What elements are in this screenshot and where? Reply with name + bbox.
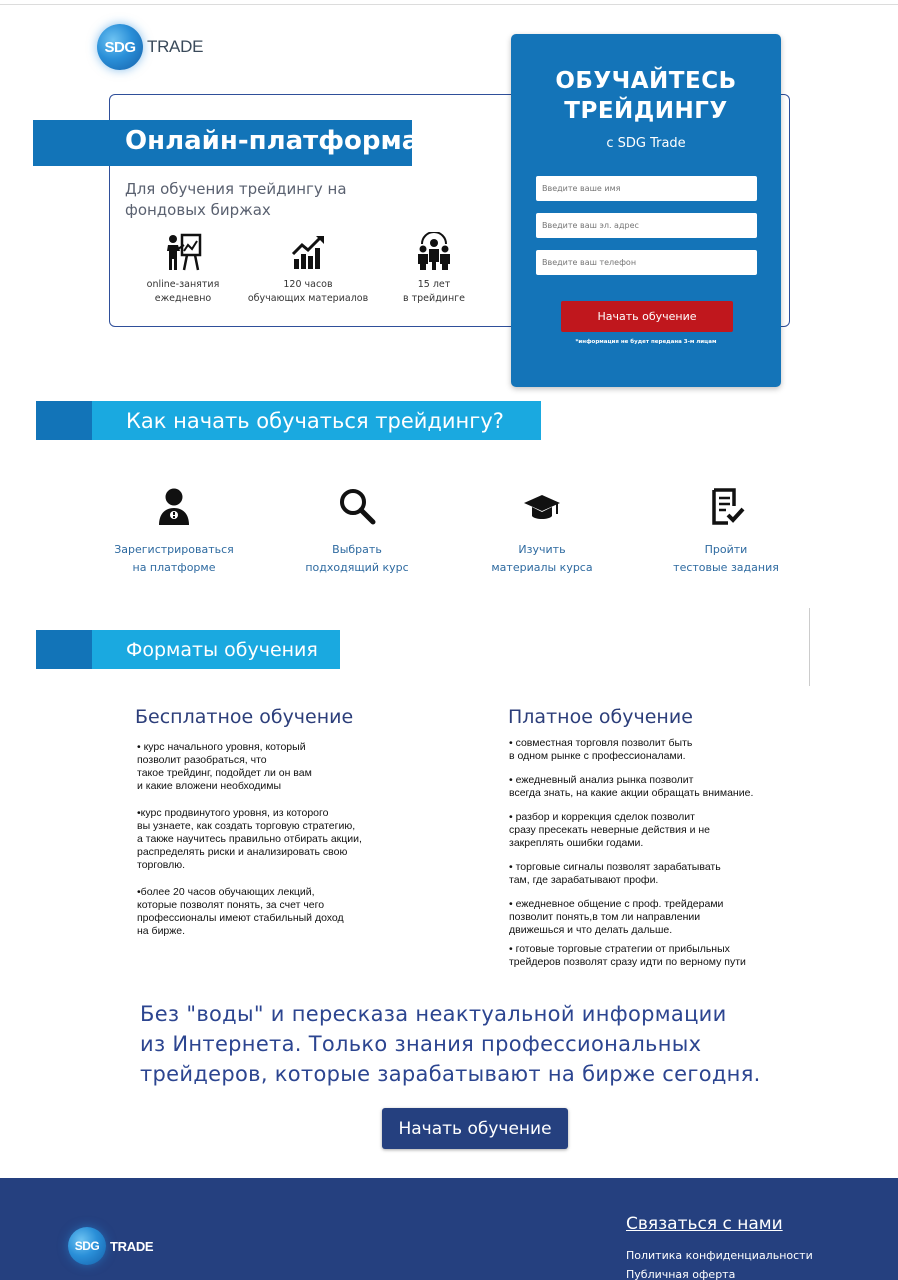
top-divider	[0, 4, 898, 5]
name-input[interactable]	[536, 176, 757, 201]
step-label: Выбрать	[332, 543, 382, 556]
user-icon	[159, 488, 189, 525]
step-label: Изучить	[518, 543, 566, 556]
signup-title: ОБУЧАЙТЕСЬ ТРЕЙДИНГУ	[511, 66, 781, 126]
teacher-board-icon	[167, 233, 202, 271]
statement-line: Без "воды" и пересказа неактуальной инфо…	[140, 1002, 727, 1026]
feature-label: обучающих материалов	[247, 293, 369, 304]
paid-item: • совместная торговля позволит быть в од…	[509, 737, 693, 762]
free-list: • курс начального уровня, который позвол…	[137, 741, 437, 938]
logo-word: TRADE	[147, 37, 204, 56]
step-label: материалы курса	[491, 561, 593, 574]
free-item: •курс продвинутого уровня, из которого в…	[137, 807, 362, 871]
signup-title-line-1: ОБУЧАЙТЕСЬ	[555, 68, 737, 94]
graduation-cap-icon	[524, 495, 560, 519]
logo-word: TRADE	[110, 1238, 154, 1254]
paid-item: • торговые сигналы позволят зарабатывать…	[509, 861, 721, 886]
statement-line: из Интернета. Только знания профессионал…	[140, 1032, 702, 1056]
paid-item: • разбор и коррекция сделок позволит сра…	[509, 811, 710, 849]
step-register: Зарегистрироваться на платформе	[110, 487, 238, 577]
search-icon	[340, 489, 376, 525]
feature-hours: 120 часов обучающих материалов	[244, 232, 372, 306]
team-icon	[418, 232, 450, 270]
logo-mark: SDG	[68, 1227, 106, 1265]
privacy-note: *информация не будет передана 3-м лицам	[575, 339, 717, 345]
paid-item: • готовые торговые стратегии от прибыльн…	[509, 943, 746, 968]
step-label: Зарегистрироваться	[114, 543, 234, 556]
feature-label: 15 лет	[417, 279, 451, 290]
free-title: Бесплатное обучение	[135, 706, 354, 728]
brand-logo[interactable]: SDG TRADE	[97, 24, 203, 70]
signup-subtitle: с SDG Trade	[606, 136, 686, 151]
privacy-policy-link[interactable]: Политика конфиденциальности	[626, 1249, 813, 1262]
step-choose-course: Выбрать подходящий курс	[300, 487, 414, 577]
step-label: Пройти	[704, 543, 748, 556]
email-input[interactable]	[536, 213, 757, 238]
step-tests: Пройти тестовые задания	[668, 487, 784, 577]
footer-logo[interactable]: SDG TRADE	[68, 1227, 154, 1265]
hero-subtitle-line-2: фондовых биржах	[125, 201, 271, 219]
logo-mark: SDG	[97, 24, 143, 70]
feature-label: ежедневно	[154, 293, 212, 304]
formats-heading: Форматы обучения	[92, 630, 340, 669]
free-item: • курс начального уровня, который позвол…	[137, 741, 312, 792]
hero-subtitle: Для обучения трейдингу на фондовых биржа…	[125, 179, 385, 221]
feature-daily-classes: online-занятия ежедневно	[135, 232, 231, 306]
section-marker	[36, 401, 92, 440]
side-divider	[809, 608, 810, 686]
step-label: тестовые задания	[673, 561, 779, 574]
contact-us-link[interactable]: Связаться с нами	[626, 1214, 783, 1234]
public-offer-link[interactable]: Публичная оферта	[626, 1268, 735, 1280]
paid-item: • ежедневный анализ рынка позволит всегд…	[509, 774, 754, 799]
start-learning-button[interactable]: Начать обучение	[561, 301, 733, 332]
statement-line: трейдеров, которые зарабатывают на бирже…	[140, 1062, 761, 1086]
hero-subtitle-line-1: Для обучения трейдингу на	[125, 180, 347, 198]
signup-title-line-2: ТРЕЙДИНГУ	[564, 98, 728, 124]
feature-label: 120 часов	[283, 279, 333, 290]
feature-experience: 15 лет в трейдинге	[392, 232, 476, 306]
step-study: Изучить материалы курса	[486, 487, 598, 577]
paid-item: • ежедневное общение с проф. трейдерами …	[509, 898, 724, 936]
hero-title: Онлайн-платформа	[125, 126, 420, 156]
paid-title: Платное обучение	[508, 706, 693, 728]
checklist-icon	[712, 488, 745, 525]
paid-list: • совместная торговля позволит быть в од…	[509, 737, 789, 969]
phone-input[interactable]	[536, 250, 757, 275]
section-marker	[36, 630, 92, 669]
feature-label: online-занятия	[146, 279, 220, 290]
feature-label: в трейдинге	[403, 293, 465, 304]
growth-chart-icon	[291, 236, 324, 269]
step-label: подходящий курс	[305, 561, 409, 574]
value-statement: Без "воды" и пересказа неактуальной инфо…	[140, 999, 840, 1089]
start-learning-cta-button[interactable]: Начать обучение	[382, 1108, 568, 1149]
how-to-heading: Как начать обучаться трейдингу?	[92, 401, 541, 440]
step-label: на платформе	[132, 561, 216, 574]
free-item: •более 20 часов обучающих лекций, которы…	[137, 886, 344, 937]
